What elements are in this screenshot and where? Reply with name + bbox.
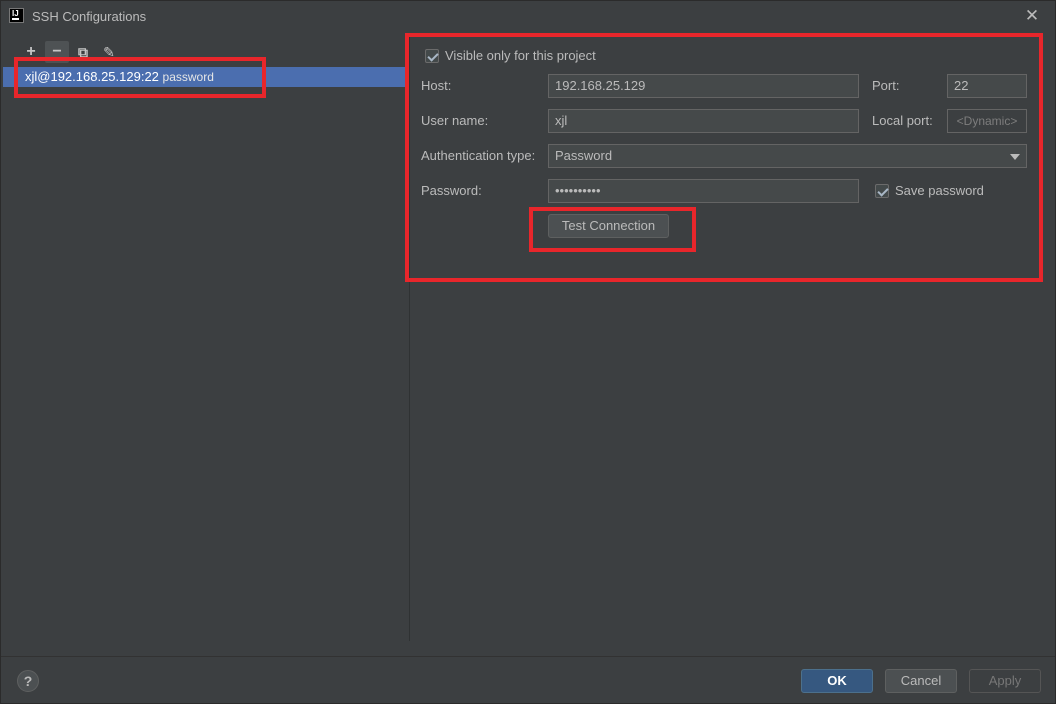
port-label: Port: (872, 78, 900, 93)
username-input[interactable]: xjl (548, 109, 859, 133)
visible-only-row: Visible only for this project (425, 48, 596, 63)
save-password-label: Save password (895, 183, 984, 198)
auth-type-value: Password (555, 148, 613, 163)
ssh-config-list: xjl@192.168.25.129:22 password (3, 67, 406, 642)
username-label: User name: (421, 113, 489, 128)
password-label: Password: (421, 183, 482, 198)
host-input[interactable]: 192.168.25.129 (548, 74, 859, 98)
remove-icon[interactable]: − (45, 41, 69, 63)
password-input[interactable]: •••••••••• (548, 179, 859, 203)
cancel-button[interactable]: Cancel (885, 669, 957, 693)
test-connection-button[interactable]: Test Connection (548, 214, 669, 238)
ssh-configurations-dialog: IJ SSH Configurations ✕ + − ⧉ ✎ xjl@192.… (0, 0, 1056, 704)
edit-icon[interactable]: ✎ (97, 41, 121, 63)
footer-divider (1, 656, 1055, 657)
copy-icon[interactable]: ⧉ (71, 41, 95, 63)
local-port-label: Local port: (872, 113, 933, 128)
config-item-auth: password (162, 70, 214, 84)
close-icon[interactable]: ✕ (1023, 7, 1041, 25)
visible-only-label: Visible only for this project (445, 48, 596, 63)
list-item[interactable]: xjl@192.168.25.129:22 password (3, 67, 406, 87)
save-password-row: Save password (875, 183, 984, 198)
auth-type-select[interactable]: Password (548, 144, 1027, 168)
port-input[interactable]: 22 (947, 74, 1027, 98)
local-port-input[interactable]: <Dynamic> (947, 109, 1027, 133)
host-label: Host: (421, 78, 452, 93)
config-item-label: xjl@192.168.25.129:22 (25, 69, 159, 84)
help-icon[interactable]: ? (17, 670, 39, 692)
auth-type-label: Authentication type: (421, 148, 536, 163)
config-toolbar: + − ⧉ ✎ (19, 41, 121, 63)
panel-splitter[interactable] (409, 35, 410, 641)
chevron-down-icon (1010, 154, 1020, 160)
apply-button[interactable]: Apply (969, 669, 1041, 693)
add-icon[interactable]: + (19, 41, 43, 63)
ok-button[interactable]: OK (801, 669, 873, 693)
title-bar: IJ SSH Configurations ✕ (1, 1, 1055, 31)
visible-only-checkbox[interactable] (425, 48, 439, 63)
intellij-logo-icon: IJ (9, 8, 24, 23)
save-password-checkbox[interactable] (875, 183, 889, 198)
window-title: SSH Configurations (32, 9, 147, 24)
ssh-config-form: Visible only for this project Host: 192.… (411, 41, 1041, 281)
